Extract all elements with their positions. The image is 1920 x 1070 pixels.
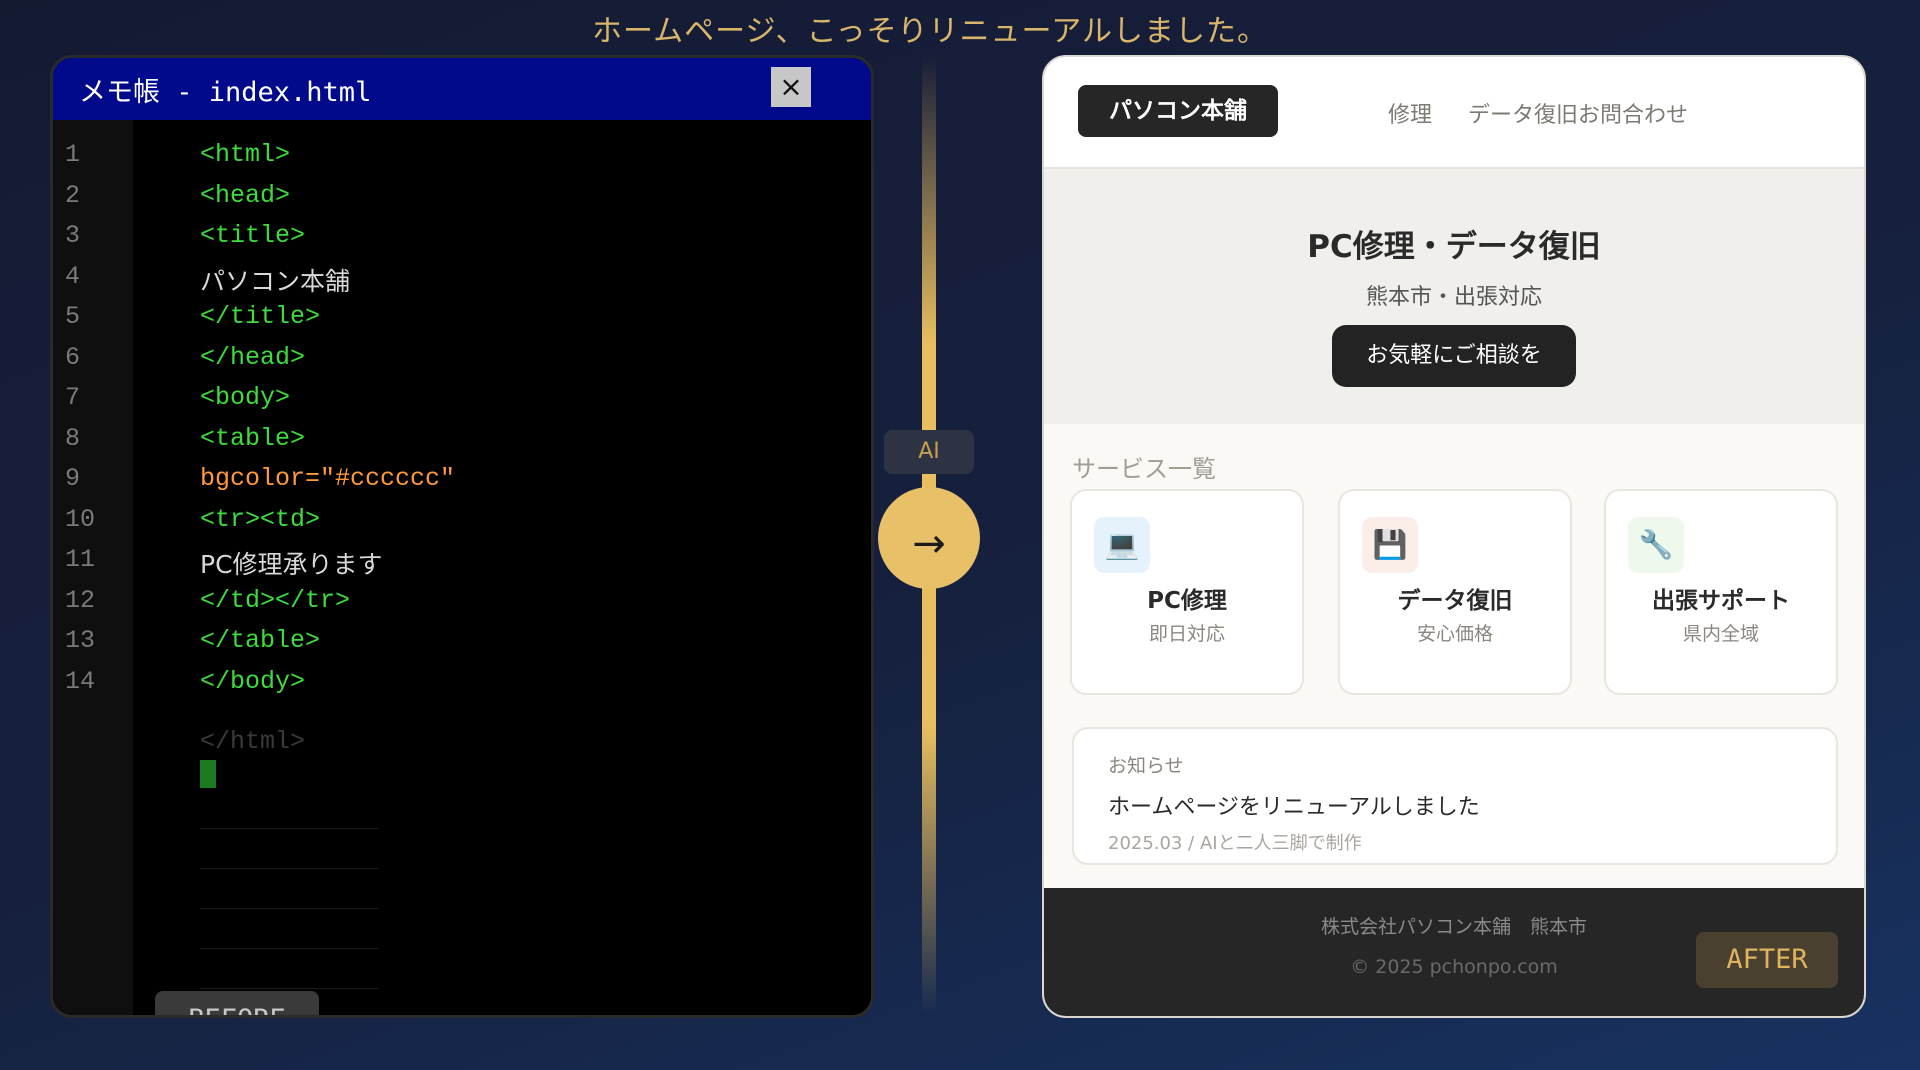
hero-section: PC修理・データ復旧 熊本市・出張対応 お気軽にご相談を	[1044, 169, 1864, 424]
nav-link-data-recovery[interactable]: データ復旧	[1468, 97, 1578, 129]
code-text: パソコン本舗	[200, 266, 351, 296]
laptop-icon: 💻	[1094, 517, 1150, 573]
hero-title: PC修理・データ復旧	[1307, 229, 1601, 265]
code-text: <head>	[200, 180, 291, 210]
code-text: <title>	[200, 221, 306, 250]
before-badge: BEFORE	[155, 991, 319, 1015]
code-text: PC修理承ります	[200, 550, 383, 579]
line-number: 9	[65, 464, 81, 493]
line-number: 5	[65, 302, 81, 331]
code-text-ghost: </html>	[200, 727, 306, 756]
service-desc: 安心価格	[1416, 623, 1493, 645]
line-number: 8	[65, 423, 81, 453]
page-headline: ホームページ、こっそりリニューアルしました。	[592, 14, 1268, 49]
services-heading: サービス一覧	[1072, 455, 1216, 483]
service-card-data-recovery[interactable]: 💾 データ復旧 安心価格	[1338, 489, 1572, 695]
line-number: 14	[65, 666, 96, 696]
line-number: 6	[65, 342, 81, 372]
website-preview: パソコン本舗 修理 データ復旧 お問合わせ PC修理・データ復旧 熊本市・出張対…	[1042, 55, 1866, 1018]
code-text: </title>	[200, 302, 321, 331]
code-text: <body>	[200, 383, 291, 412]
code-text: <tr><td>	[200, 504, 321, 534]
line-number: 2	[65, 180, 81, 210]
notepad-title: メモ帳 - index.html	[79, 77, 372, 108]
line-number: 4	[65, 261, 81, 291]
consult-button[interactable]: お気軽にご相談を	[1332, 325, 1576, 387]
service-desc: 即日対応	[1148, 623, 1225, 645]
service-name: PC修理	[1147, 588, 1227, 614]
site-navbar: パソコン本舗 修理 データ復旧 お問合わせ	[1044, 57, 1864, 169]
service-card-pc-repair[interactable]: 💻 PC修理 即日対応	[1070, 489, 1304, 695]
line-number: 13	[65, 626, 96, 655]
code-text: </head>	[200, 342, 306, 372]
service-desc: 県内全域	[1682, 623, 1759, 645]
news-meta: 2025.03 / AIと二人三脚で制作	[1108, 833, 1362, 854]
site-logo[interactable]: パソコン本舗	[1078, 85, 1278, 137]
news-card[interactable]: お知らせ ホームページをリニューアルしました 2025.03 / AIと二人三脚…	[1072, 727, 1838, 865]
ai-chip: AI	[884, 430, 974, 474]
wrench-icon: 🔧	[1628, 517, 1684, 573]
code-text: <html>	[200, 140, 291, 169]
service-name: データ復旧	[1397, 588, 1513, 614]
close-button[interactable]: ×	[771, 67, 811, 107]
service-card-onsite-support[interactable]: 🔧 出張サポート 県内全域	[1604, 489, 1838, 695]
after-badge: AFTER	[1696, 932, 1838, 988]
line-number: 10	[65, 504, 96, 534]
close-icon: ×	[779, 70, 803, 103]
code-text: </table>	[200, 626, 321, 655]
hero-subtitle: 熊本市・出張対応	[1365, 285, 1542, 310]
code-text: </td></tr>	[200, 585, 351, 615]
nav-link-repair[interactable]: 修理	[1388, 97, 1432, 129]
slider-handle[interactable]: →	[878, 487, 980, 589]
line-number: 12	[65, 585, 96, 615]
empty-line-guide	[200, 868, 378, 869]
line-number: 3	[65, 221, 81, 250]
nav-link-contact[interactable]: お問合わせ	[1578, 97, 1688, 129]
code-text: bgcolor="#cccccc"	[200, 464, 456, 493]
code-text: <table>	[200, 423, 306, 453]
arrow-right-icon: →	[912, 521, 946, 567]
line-number: 11	[65, 545, 96, 574]
line-number: 1	[65, 140, 81, 169]
site-footer: 株式会社パソコン本舗 熊本市 © 2025 pchonpo.com AFTER	[1044, 888, 1864, 1016]
code-text: </body>	[200, 666, 306, 696]
service-name: 出張サポート	[1652, 588, 1790, 614]
empty-line-guide	[200, 988, 378, 989]
notepad-window: メモ帳 - index.html × 1 <html> 2 <head> 3 <title…	[50, 55, 874, 1018]
text-cursor	[200, 760, 216, 788]
empty-line-guide	[200, 828, 378, 829]
line-number: 7	[65, 383, 81, 412]
empty-line-guide	[200, 908, 378, 909]
news-headline: ホームページをリニューアルしました	[1108, 795, 1480, 820]
floppy-disk-icon: 💾	[1362, 517, 1418, 573]
code-area[interactable]: 1 <html> 2 <head> 3 <title> 4 パソコン本舗 5 </title> 6 <…	[65, 140, 871, 1015]
notepad-titlebar: メモ帳 - index.html ×	[53, 58, 871, 120]
empty-line-guide	[200, 948, 378, 949]
news-label: お知らせ	[1108, 755, 1184, 777]
